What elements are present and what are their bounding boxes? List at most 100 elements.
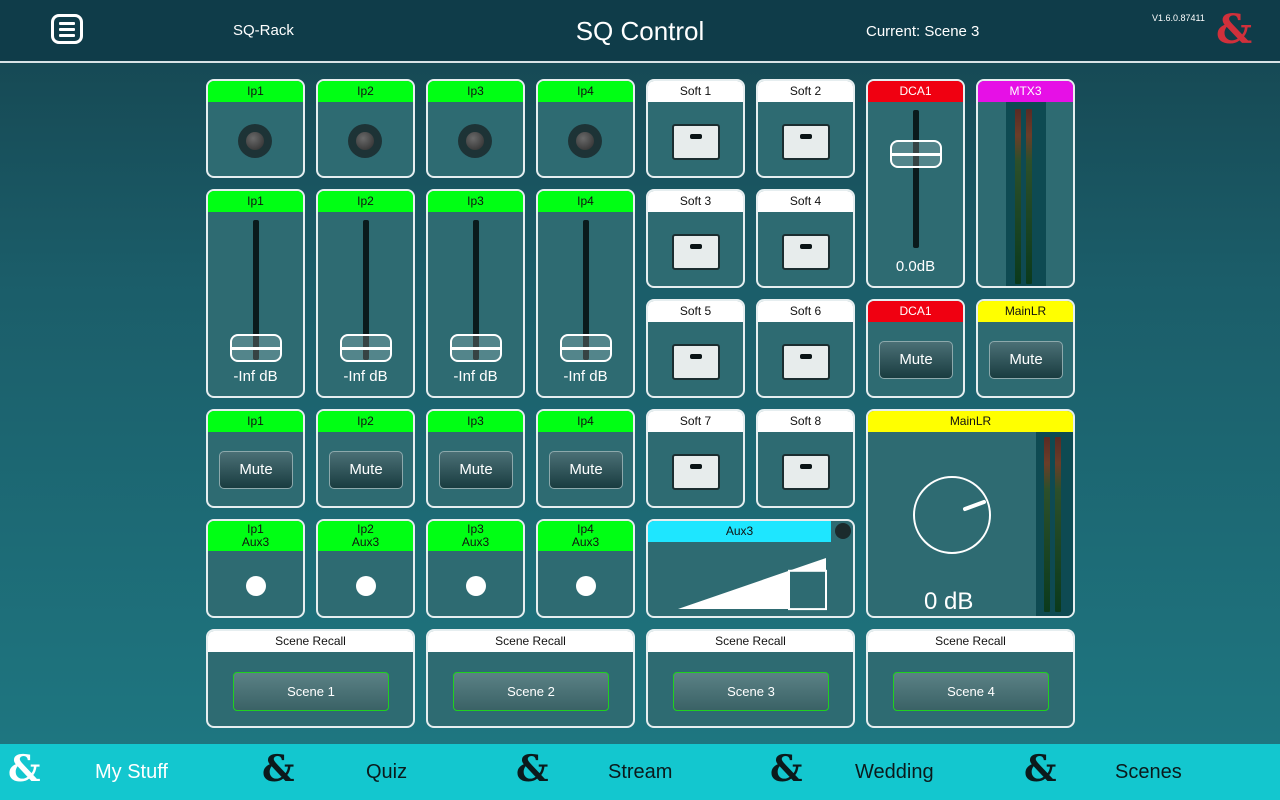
level-meter-left <box>1044 437 1050 612</box>
scene-recall-tile: Scene Recall Scene 4 <box>866 629 1075 728</box>
send-destination: Aux3 <box>241 535 270 549</box>
send-indicator-icon[interactable] <box>246 576 266 596</box>
ampersand-icon: & <box>1024 748 1057 790</box>
mtx-meter-tile: MTX3 <box>976 79 1075 288</box>
softkey-button[interactable] <box>672 124 720 160</box>
aux-level-ramp[interactable] <box>648 542 853 617</box>
mute-button[interactable]: Mute <box>879 341 953 379</box>
current-scene: Current: Scene 3 <box>866 23 980 40</box>
send-indicator-icon[interactable] <box>576 576 596 596</box>
send-label: Ip3 Aux3 <box>428 521 523 551</box>
channel-fader-tile: Ip3 -Inf dB <box>426 189 525 398</box>
level-meter-left <box>1015 109 1021 284</box>
scene-button[interactable]: Scene 2 <box>453 672 609 711</box>
channel-mute-tile: Ip4 Mute <box>536 409 635 508</box>
level-meter-right <box>1026 109 1032 284</box>
scene-button[interactable]: Scene 1 <box>233 672 389 711</box>
mainlr-knob-tile: MainLR 0 dB <box>866 409 1075 618</box>
softkey-button[interactable] <box>672 234 720 270</box>
mute-button[interactable]: Mute <box>439 451 513 489</box>
dca-label: DCA1 <box>868 81 963 102</box>
bottom-nav: & My Stuff & Quiz & Stream & Wedding & S… <box>0 744 1280 800</box>
softkey-tile: Soft 7 <box>646 409 745 508</box>
send-tile: Ip2 Aux3 <box>316 519 415 618</box>
send-source: Ip1 <box>247 522 264 536</box>
send-destination: Aux3 <box>571 535 600 549</box>
send-tile: Ip4 Aux3 <box>536 519 635 618</box>
softkey-tile: Soft 2 <box>756 79 855 178</box>
nav-item-my-stuff[interactable]: My Stuff <box>95 761 168 784</box>
send-indicator-icon[interactable] <box>356 576 376 596</box>
nav-item-stream[interactable]: Stream <box>608 761 672 784</box>
softkey-button[interactable] <box>782 234 830 270</box>
ampersand-icon: & <box>770 748 803 790</box>
softkey-tile: Soft 8 <box>756 409 855 508</box>
send-label: Ip2 Aux3 <box>318 521 413 551</box>
channel-mute-tile: Ip3 Mute <box>426 409 525 508</box>
softkey-tile: Soft 3 <box>646 189 745 288</box>
softkey-button[interactable] <box>672 454 720 490</box>
softkey-tile: Soft 4 <box>756 189 855 288</box>
nav-item-wedding[interactable]: Wedding <box>855 761 934 784</box>
softkey-button[interactable] <box>782 124 830 160</box>
nav-item-scenes[interactable]: Scenes <box>1115 761 1182 784</box>
channel-label: Ip4 <box>538 191 633 212</box>
send-destination: Aux3 <box>461 535 490 549</box>
aux-label: Aux3 <box>648 521 831 542</box>
channel-label: Ip2 <box>318 191 413 212</box>
led-tile: Ip3 <box>426 79 525 178</box>
softkey-button[interactable] <box>782 454 830 490</box>
aux-label-text: Aux3 <box>725 524 754 538</box>
mainlr-label: MainLR <box>978 301 1073 322</box>
channel-label: Ip3 <box>428 81 523 102</box>
channel-label: Ip4 <box>538 81 633 102</box>
scene-recall-label: Scene Recall <box>648 631 853 652</box>
mainlr-label: MainLR <box>868 411 1073 432</box>
scene-recall-label: Scene Recall <box>208 631 413 652</box>
mute-button[interactable]: Mute <box>989 341 1063 379</box>
send-destination: Aux3 <box>351 535 380 549</box>
dca-fader-tile: DCA1 0.0dB <box>866 79 965 288</box>
send-tile: Ip1 Aux3 <box>206 519 305 618</box>
softkey-button[interactable] <box>672 344 720 380</box>
app-version: V1.6.0.87411 <box>1152 13 1205 23</box>
fader-track <box>913 110 919 248</box>
channel-fader-tile: Ip4 -Inf dB <box>536 189 635 398</box>
fader-handle[interactable] <box>340 334 392 362</box>
scene-recall-label: Scene Recall <box>428 631 633 652</box>
fader-value: 0.0dB <box>895 258 936 275</box>
led-indicator-icon <box>348 124 382 158</box>
scene-recall-tile: Scene Recall Scene 2 <box>426 629 635 728</box>
scene-recall-label: Scene Recall <box>868 631 1073 652</box>
gain-knob[interactable] <box>910 473 994 557</box>
scene-button[interactable]: Scene 3 <box>673 672 829 711</box>
channel-label: Ip3 <box>428 411 523 432</box>
fader-handle[interactable] <box>890 140 942 168</box>
softkey-tile: Soft 5 <box>646 299 745 398</box>
softkey-button[interactable] <box>782 344 830 380</box>
softkey-tile: Soft 1 <box>646 79 745 178</box>
fader-value: -Inf dB <box>233 368 278 385</box>
channel-mute-tile: Ip1 Mute <box>206 409 305 508</box>
mute-button[interactable]: Mute <box>219 451 293 489</box>
fader-handle[interactable] <box>560 334 612 362</box>
softkey-label: Soft 3 <box>648 191 743 212</box>
send-indicator-icon[interactable] <box>466 576 486 596</box>
mute-button[interactable]: Mute <box>329 451 403 489</box>
fader-value: -Inf dB <box>563 368 608 385</box>
send-tile: Ip3 Aux3 <box>426 519 525 618</box>
send-label: Ip1 Aux3 <box>208 521 303 551</box>
scene-button[interactable]: Scene 4 <box>893 672 1049 711</box>
ampersand-logo-icon: & <box>1216 6 1253 53</box>
fader-value: -Inf dB <box>453 368 498 385</box>
softkey-label: Soft 2 <box>758 81 853 102</box>
mute-button[interactable]: Mute <box>549 451 623 489</box>
softkey-label: Soft 6 <box>758 301 853 322</box>
softkey-label: Soft 1 <box>648 81 743 102</box>
fader-handle[interactable] <box>230 334 282 362</box>
dca-mute-tile: DCA1 Mute <box>866 299 965 398</box>
led-indicator-icon <box>458 124 492 158</box>
fader-handle[interactable] <box>450 334 502 362</box>
nav-item-quiz[interactable]: Quiz <box>366 761 407 784</box>
softkey-tile: Soft 6 <box>756 299 855 398</box>
